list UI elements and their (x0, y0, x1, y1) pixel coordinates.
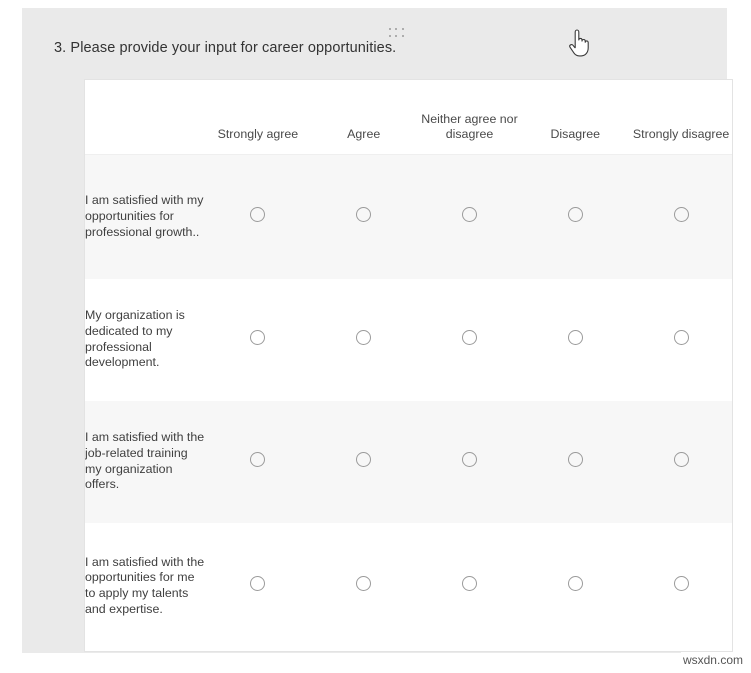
drag-handle-icon[interactable] (388, 27, 405, 38)
radio-button[interactable] (356, 206, 372, 222)
radio-button[interactable] (356, 451, 372, 467)
radio-cell-row3-neither[interactable] (417, 401, 523, 523)
radio-button[interactable] (567, 451, 583, 467)
table-row: I am satisfied with my opportunities for… (85, 154, 732, 279)
radio-cell-row4-disagree[interactable] (522, 523, 628, 650)
radio-button[interactable] (673, 451, 689, 467)
radio-cell-row4-strongly-agree[interactable] (205, 523, 311, 650)
likert-matrix-table: Strongly agree Agree Neither agree nor d… (85, 80, 732, 650)
radio-cell-row3-agree[interactable] (311, 401, 417, 523)
radio-button[interactable] (673, 576, 689, 591)
radio-cell-row2-strongly-agree[interactable] (205, 279, 311, 401)
matrix-header: Strongly agree Agree Neither agree nor d… (85, 80, 732, 155)
column-header-agree: Agree (310, 80, 417, 155)
drag-handle-dot (402, 28, 405, 31)
column-header-neither-agree-nor-disagree: Neither agree nor disagree (416, 80, 523, 155)
radio-cell-row1-disagree[interactable] (522, 155, 628, 279)
radio-cell-row4-agree[interactable] (311, 523, 417, 650)
radio-button[interactable] (250, 206, 266, 222)
column-header-disagree: Disagree (522, 80, 629, 155)
radio-button[interactable] (567, 206, 583, 222)
radio-button[interactable] (673, 329, 689, 345)
radio-button[interactable] (567, 576, 583, 591)
radio-cell-row1-agree[interactable] (311, 155, 417, 279)
drag-handle-dot (388, 34, 391, 37)
radio-cell-row2-neither[interactable] (417, 279, 523, 401)
radio-cell-row3-disagree[interactable] (522, 401, 628, 523)
form-question-panel: 3. Please provide your input for career … (22, 8, 733, 653)
radio-button[interactable] (250, 576, 266, 591)
drag-handle-dot (395, 28, 398, 31)
table-row: I am satisfied with the opportunities fo… (85, 522, 732, 650)
radio-cell-row2-strongly-disagree[interactable] (628, 279, 732, 401)
table-row: I am satisfied with the job-related trai… (85, 400, 732, 523)
question-title: 3. Please provide your input for career … (54, 40, 397, 56)
drag-handle-dot (388, 28, 391, 31)
radio-button[interactable] (356, 329, 372, 345)
radio-cell-row2-agree[interactable] (311, 279, 417, 401)
radio-cell-row2-disagree[interactable] (522, 279, 628, 401)
likert-matrix-card: Strongly agree Agree Neither agree nor d… (84, 79, 733, 652)
radio-button[interactable] (461, 329, 477, 345)
radio-cell-row1-neither[interactable] (417, 155, 523, 279)
radio-button[interactable] (673, 206, 689, 222)
matrix-header-row: Strongly agree Agree Neither agree nor d… (85, 80, 732, 155)
radio-cell-row1-strongly-agree[interactable] (205, 155, 311, 279)
radio-button[interactable] (461, 576, 477, 591)
column-header-strongly-agree: Strongly agree (205, 80, 311, 155)
drag-handle-dot (402, 34, 405, 37)
radio-button[interactable] (567, 329, 583, 345)
radio-button[interactable] (461, 206, 477, 222)
radio-cell-row4-neither[interactable] (417, 523, 523, 650)
table-row: My organization is dedicated to my profe… (85, 278, 732, 401)
radio-cell-row3-strongly-agree[interactable] (205, 401, 311, 523)
row-label-professional-growth: I am satisfied with my opportunities for… (85, 193, 204, 239)
row-label-professional-development: My organization is dedicated to my profe… (85, 308, 185, 370)
row-label-job-related-training: I am satisfied with the job-related trai… (85, 430, 205, 492)
radio-button[interactable] (356, 576, 372, 591)
drag-handle-dot (395, 34, 398, 37)
radio-cell-row3-strongly-disagree[interactable] (628, 401, 732, 523)
radio-cell-row1-strongly-disagree[interactable] (628, 155, 732, 279)
radio-button[interactable] (250, 451, 266, 467)
row-label-apply-talents: I am satisfied with the opportunities fo… (85, 554, 205, 616)
column-header-strongly-disagree: Strongly disagree (628, 80, 732, 155)
radio-button[interactable] (250, 329, 266, 345)
matrix-body: I am satisfied with my opportunities for… (85, 154, 732, 650)
radio-cell-row4-strongly-disagree[interactable] (628, 523, 732, 650)
matrix-corner-cell (85, 80, 205, 155)
watermark: wsxdn.com (680, 652, 745, 668)
radio-button[interactable] (461, 451, 477, 467)
